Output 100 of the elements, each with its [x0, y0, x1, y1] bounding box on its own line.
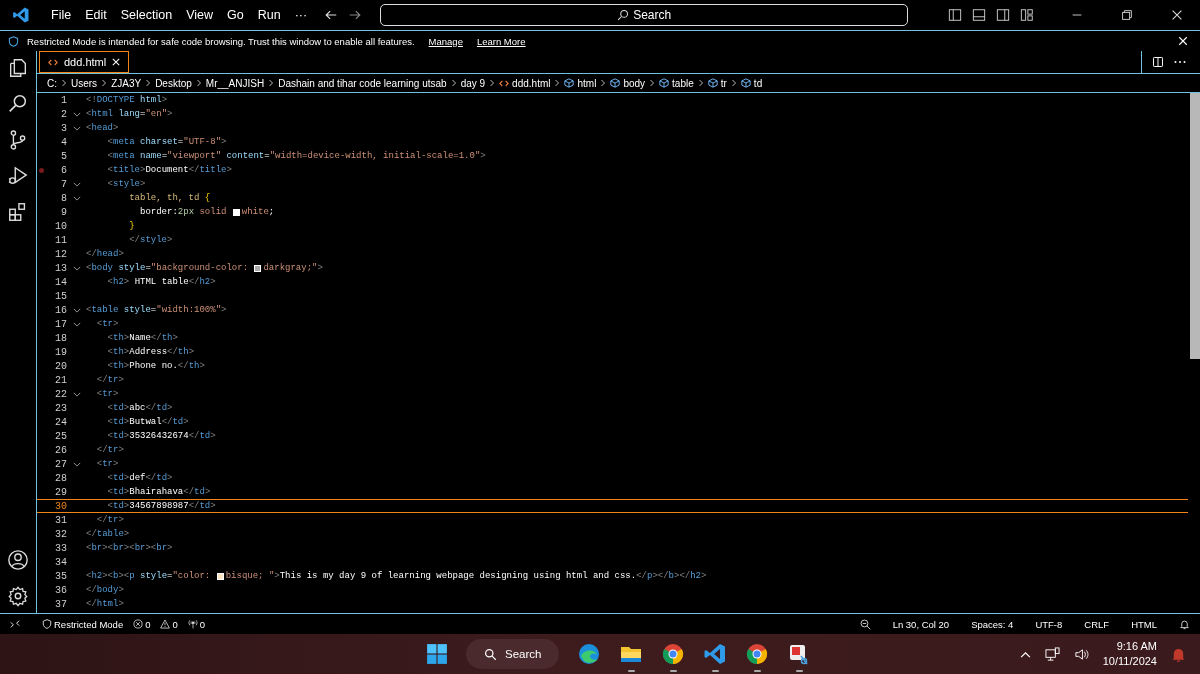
line-number: 4	[60, 136, 67, 148]
layout-icon[interactable]	[1020, 8, 1034, 22]
breadcrumb-item[interactable]: tr	[707, 77, 727, 89]
speaker-icon[interactable]	[1073, 646, 1089, 662]
secondary-sidebar-icon[interactable]	[996, 8, 1010, 22]
code-text: </tr>	[95, 375, 124, 385]
restore-icon[interactable]	[1120, 8, 1134, 22]
menu-item[interactable]: ···	[287, 8, 315, 22]
ports-count[interactable]: 0	[187, 618, 206, 630]
code-text: <th>Phone no.</th>	[106, 361, 205, 371]
menu-item[interactable]: File	[44, 8, 79, 22]
breadcrumb-item[interactable]: Mr__ANJISH	[205, 77, 265, 89]
network-icon[interactable]	[1044, 646, 1060, 662]
breadcrumb-item[interactable]: Desktop	[155, 77, 192, 89]
status-item[interactable]: Ln 30, Col 20	[892, 618, 950, 630]
code-editor-icon[interactable]	[703, 642, 728, 666]
status-item[interactable]: HTML	[1131, 618, 1157, 630]
breadcrumb-item[interactable]: Dashain and tihar code learning utsab	[278, 77, 447, 89]
bell-icon[interactable]	[1179, 618, 1190, 630]
forward-arrow-icon[interactable]	[348, 8, 363, 22]
chrome-browser-icon[interactable]	[745, 642, 770, 666]
warning-count[interactable]: 0	[160, 618, 178, 630]
notification-bell-icon[interactable]	[1171, 646, 1186, 662]
cube-icon	[707, 78, 718, 88]
line-number: 13	[54, 262, 67, 274]
breadcrumb-item[interactable]: td	[740, 77, 763, 89]
account-icon[interactable]	[7, 549, 29, 571]
error-count[interactable]: 0	[133, 618, 151, 630]
fold-chevron-icon[interactable]	[72, 391, 81, 397]
windows-start-icon[interactable]	[426, 643, 448, 665]
breadcrumb-item[interactable]: day 9	[460, 77, 486, 89]
menu-item[interactable]: Run	[250, 8, 288, 22]
close-icon[interactable]	[1170, 8, 1184, 22]
status-item[interactable]: Spaces: 4	[971, 618, 1014, 630]
scrollbar-thumb[interactable]	[1190, 93, 1200, 359]
restricted-mode-status[interactable]: Restricted Mode	[42, 618, 124, 630]
code-text: <html lang="en">	[86, 109, 173, 119]
code-text: <meta name="viewport" content="width=device-width, initial-scale=1.0">	[106, 151, 486, 161]
breadcrumb-item[interactable]: ZJA3Y	[111, 77, 142, 89]
cube-icon	[564, 78, 575, 88]
close-icon[interactable]	[112, 58, 121, 66]
code-text: <!DOCTYPE html>	[86, 95, 168, 105]
clock-time[interactable]: 9:16 AM	[1116, 639, 1157, 654]
chevron-up-icon[interactable]	[1019, 650, 1031, 658]
fold-chevron-icon[interactable]	[72, 181, 81, 187]
line-number: 31	[54, 514, 67, 526]
breadcrumb-item[interactable]: ddd.html	[499, 77, 551, 89]
status-item[interactable]: UTF-8	[1035, 618, 1063, 630]
taskbar-search[interactable]: Search	[466, 639, 560, 669]
fold-chevron-icon[interactable]	[72, 307, 81, 313]
chevron-icon	[489, 79, 496, 87]
error-icon	[133, 619, 144, 629]
more-actions-icon[interactable]	[1174, 60, 1186, 64]
chrome-browser-icon[interactable]	[661, 642, 686, 666]
line-number: 14	[54, 276, 67, 288]
code-text: <tr>	[95, 459, 119, 469]
explorer-icon[interactable]	[7, 57, 29, 79]
chevron-icon	[145, 79, 152, 87]
fold-chevron-icon[interactable]	[72, 125, 81, 131]
menu-item[interactable]: View	[179, 8, 220, 22]
fold-chevron-icon[interactable]	[72, 195, 81, 201]
split-editor-icon[interactable]	[1152, 56, 1164, 68]
banner-link[interactable]: Learn More	[476, 35, 526, 47]
remote-icon[interactable]	[10, 619, 20, 629]
run-debug-icon[interactable]	[7, 165, 29, 187]
sidebar-toggle-icon[interactable]	[948, 8, 962, 22]
fold-chevron-icon[interactable]	[72, 321, 81, 327]
breadcrumb-item[interactable]: C:	[47, 77, 57, 89]
menu-item[interactable]: Edit	[78, 8, 114, 22]
back-arrow-icon[interactable]	[324, 8, 339, 22]
editor-tab[interactable]: ddd.html	[39, 51, 130, 73]
color-swatch[interactable]	[232, 208, 240, 216]
breadcrumb-item[interactable]: body	[610, 77, 646, 89]
fold-chevron-icon[interactable]	[72, 461, 81, 467]
menu-item[interactable]: Selection	[113, 8, 180, 22]
search-icon[interactable]	[7, 93, 29, 115]
cube-icon	[610, 78, 621, 88]
breadcrumb-item[interactable]: Users	[71, 77, 98, 89]
menu-item[interactable]: Go	[220, 8, 251, 22]
line-number: 27	[54, 458, 67, 470]
shield-icon	[8, 35, 19, 47]
color-swatch[interactable]	[216, 572, 224, 580]
breakpoint-dot-icon[interactable]	[38, 167, 44, 173]
panel-toggle-icon[interactable]	[972, 8, 986, 22]
status-item[interactable]: CRLF	[1084, 618, 1110, 630]
fold-chevron-icon[interactable]	[72, 265, 81, 271]
breadcrumb-item[interactable]: html	[564, 77, 597, 89]
color-swatch[interactable]	[254, 264, 262, 272]
code-text: <meta charset="UTF-8">	[106, 137, 227, 147]
code-text: </html>	[86, 599, 124, 609]
clock-date[interactable]: 10/11/2024	[1102, 654, 1157, 669]
edge-browser-icon[interactable]	[577, 642, 602, 666]
zoom-out-icon[interactable]	[859, 618, 871, 630]
breadcrumb-item[interactable]: table	[659, 77, 694, 89]
chevron-icon	[730, 79, 737, 87]
settings-icon[interactable]	[7, 585, 29, 607]
command-search-box[interactable]: Search	[380, 4, 909, 26]
banner-link[interactable]: Manage	[428, 35, 463, 47]
close-icon[interactable]	[1178, 36, 1188, 46]
fold-chevron-icon[interactable]	[72, 111, 81, 117]
